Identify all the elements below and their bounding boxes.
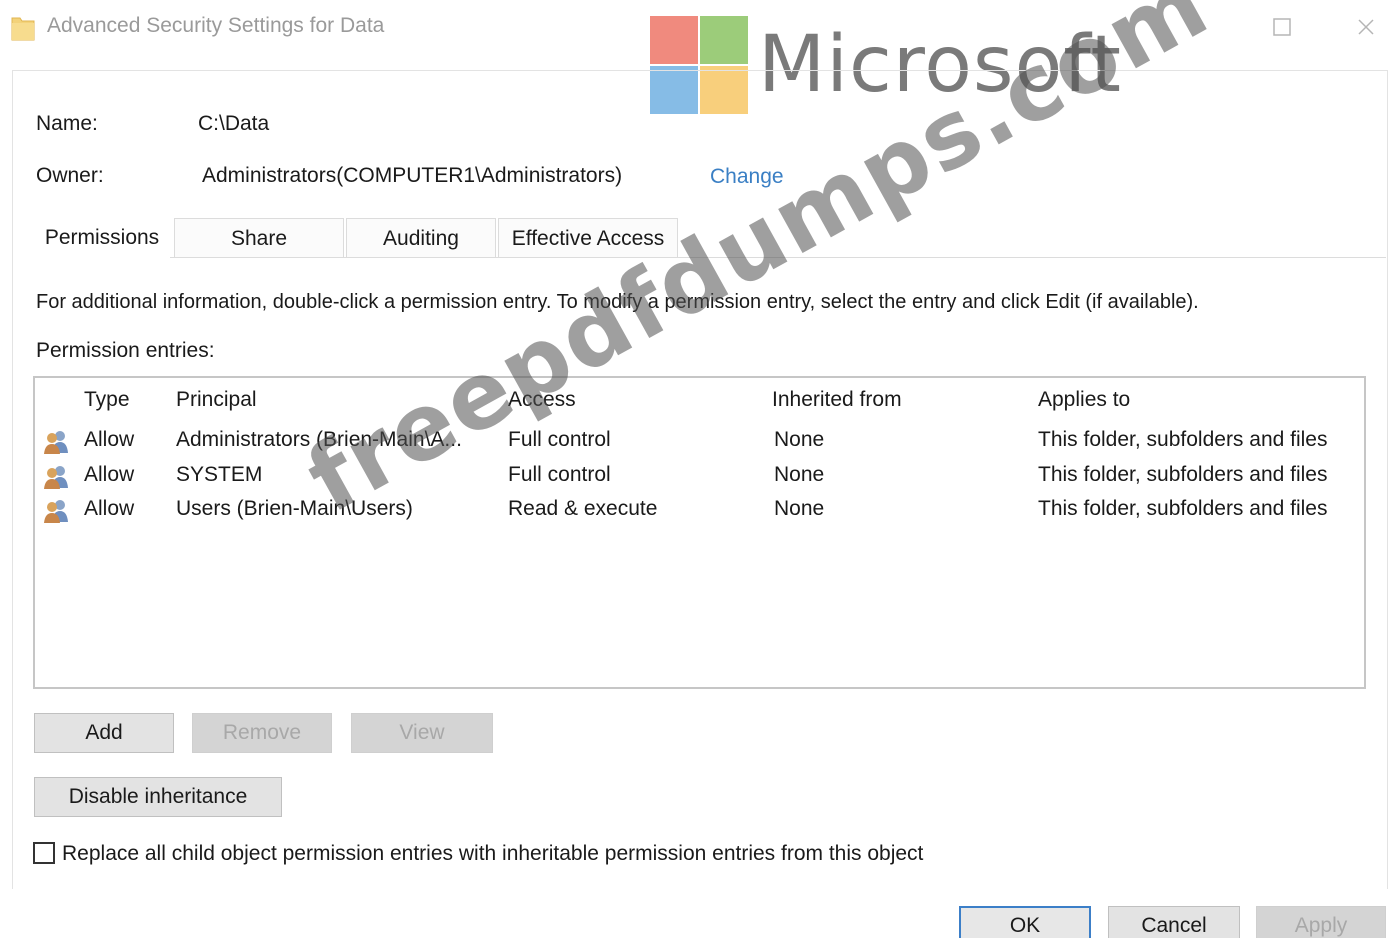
cell-type: Allow [84,428,135,451]
cell-inherited-from: None [774,497,825,520]
cell-access: Read & execute [508,497,658,520]
permission-entries-list[interactable] [33,376,1366,689]
tab-share[interactable]: Share [174,218,344,258]
close-icon [1358,19,1374,35]
column-header-applies-to[interactable]: Applies to [1038,388,1130,412]
replace-child-permissions-label: Replace all child object permission entr… [62,842,924,865]
replace-child-permissions-checkbox[interactable] [33,842,55,864]
name-label: Name: [36,112,98,135]
cell-principal: Administrators (Brien-Main\A... [176,428,462,451]
cell-applies-to: This folder, subfolders and files [1038,497,1328,520]
info-text: For additional information, double-click… [36,291,1199,313]
ok-button[interactable]: OK [959,906,1091,938]
table-row[interactable]: Allow Administrators (Brien-Main\A... Fu… [36,425,1362,459]
users-icon [44,466,68,489]
cell-type: Allow [84,463,135,486]
window-title: Advanced Security Settings for Data [47,14,385,37]
tab-effective-access[interactable]: Effective Access [498,218,678,258]
table-row[interactable]: Allow SYSTEM Full control None This fold… [36,460,1362,494]
name-value: C:\Data [198,112,270,135]
column-header-principal[interactable]: Principal [176,388,257,412]
column-header-type[interactable]: Type [84,388,130,412]
cell-inherited-from: None [774,463,825,486]
view-button[interactable]: View [351,713,493,753]
cell-access: Full control [508,428,611,451]
logo-square-green [700,16,748,64]
tab-strip-divider [170,257,1386,258]
maximize-icon [1273,18,1291,36]
cell-applies-to: This folder, subfolders and files [1038,428,1328,451]
close-button[interactable] [1346,10,1386,44]
cell-applies-to: This folder, subfolders and files [1038,463,1328,486]
cell-principal: Users (Brien-Main\Users) [176,497,413,520]
cancel-button[interactable]: Cancel [1108,906,1240,938]
tab-auditing[interactable]: Auditing [346,218,496,258]
logo-square-red [650,16,698,64]
users-icon [44,431,68,454]
folder-icon [11,17,35,41]
tab-permissions[interactable]: Permissions [34,218,170,258]
apply-button[interactable]: Apply [1256,906,1386,938]
advanced-security-settings-window: Advanced Security Settings for Data Micr… [0,0,1394,938]
owner-label: Owner: [36,164,104,187]
table-row[interactable]: Allow Users (Brien-Main\Users) Read & ex… [36,494,1362,528]
change-owner-link[interactable]: Change [710,165,784,189]
owner-value: Administrators(COMPUTER1\Administrators) [202,164,623,187]
disable-inheritance-button[interactable]: Disable inheritance [34,777,282,817]
users-icon [44,500,68,523]
cell-principal: SYSTEM [176,463,263,486]
column-header-access[interactable]: Access [508,388,576,412]
permission-entries-label: Permission entries: [36,339,215,362]
add-button[interactable]: Add [34,713,174,753]
cell-access: Full control [508,463,611,486]
cell-type: Allow [84,497,135,520]
maximize-button[interactable] [1262,10,1302,44]
cell-inherited-from: None [774,428,825,451]
column-header-inherited-from[interactable]: Inherited from [772,388,902,412]
remove-button[interactable]: Remove [192,713,332,753]
